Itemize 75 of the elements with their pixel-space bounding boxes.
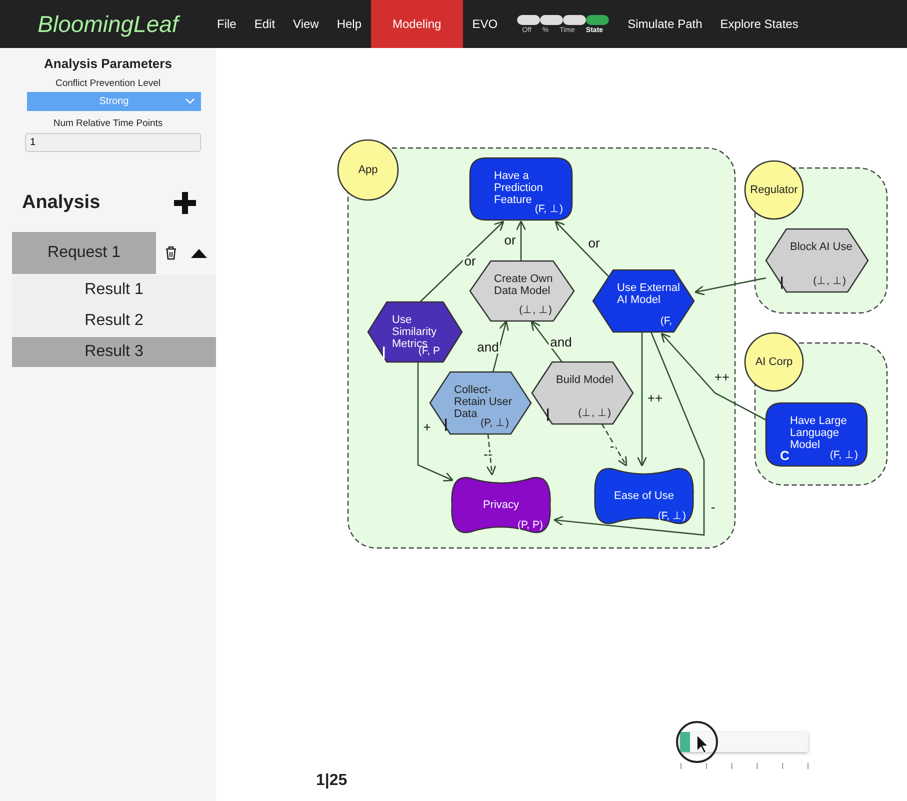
toggle-segment[interactable] [562,14,586,24]
task-node[interactable] [367,301,463,363]
actor-circle[interactable] [337,139,399,201]
link-label: - [710,499,716,514]
actor-name: App [358,164,378,176]
menu-item[interactable]: Edit [245,0,284,48]
node-label: Block AI Use [790,241,852,253]
menu-item[interactable]: EVO [463,0,507,48]
toggle-segment[interactable] [586,14,609,24]
toggle-segment[interactable] [516,14,540,24]
node-marker: | [382,346,386,358]
link-label: or [588,235,600,250]
request-item[interactable]: Request 1 [12,232,156,274]
task-node[interactable] [429,371,532,435]
node-marker: | [444,418,448,430]
menu-item[interactable]: View [284,0,328,48]
actor-circle[interactable] [744,160,804,220]
result-item[interactable]: Result 1 [12,275,216,305]
node-label: Create Own Data Model [494,273,554,297]
link-label: -- [484,446,492,462]
node-state: (⊥, ⊥) [813,275,846,287]
field-label: Num Relative Time Points [52,118,164,129]
app-logo: BloomingLeaf [36,10,182,38]
node-marker: C [780,450,790,462]
task-node[interactable] [592,269,695,333]
node-state: (F, ⊥) [830,449,858,461]
node-label: Use External AI Model [617,282,681,306]
node-state: (P, P) [518,519,543,531]
task-node[interactable] [531,361,634,425]
time-slider[interactable] [680,732,808,752]
trash-icon[interactable] [165,246,177,260]
node-label: Build Model [556,374,614,386]
link-label: - [610,438,614,454]
result-item[interactable]: Result 3 [12,337,216,367]
step-counter: 1|25 [316,772,348,790]
actor-name: AI Corp [755,356,793,368]
node-label: Have Large Language Model [790,415,847,451]
node-label: Collect-Retain User Data [454,384,514,420]
node-marker: | [780,276,784,288]
node-label: Ease of Use [614,490,674,502]
menu-item[interactable]: Explore States [711,0,808,48]
chevron-down-icon [185,98,195,105]
node-state: (P, ⊥) [480,417,509,429]
link-label: and [477,339,499,354]
node-state: (F, ⊥) [658,510,686,522]
field-label: Conflict Prevention Level [54,78,162,89]
menu-item[interactable]: Simulate Path [618,0,712,48]
cursor-icon [675,720,719,764]
menu-item[interactable]: Modeling [370,0,464,48]
plus-icon[interactable] [174,192,196,214]
goal-node[interactable] [469,157,573,221]
result-item[interactable]: Result 2 [12,306,216,336]
toggle-segment[interactable] [540,14,563,24]
collapse-triangle-icon[interactable] [191,248,207,258]
task-node[interactable] [765,228,869,293]
actor-name: Regulator [750,184,798,196]
node-state: (⊥, ⊥) [578,407,611,419]
link-label: and [550,334,572,350]
node-state: (F, [660,315,672,327]
node-label: Privacy [482,499,520,511]
link-label: or [504,232,516,248]
link-label: or [464,253,476,268]
link-label: ++ [714,369,730,384]
link-label: + [423,419,431,434]
menu-item[interactable]: Help [328,0,371,48]
link-label: ++ [647,390,663,406]
section-title: Analysis [22,192,100,214]
input-field[interactable]: 1 [25,133,201,152]
actor-circle[interactable] [744,332,804,392]
goal-node[interactable] [765,402,868,467]
menu-item[interactable]: File [208,0,246,48]
section-title: Analysis Parameters [43,56,173,71]
node-state: (F, ⊥) [534,203,563,215]
node-marker: | [546,408,550,420]
node-state: (⊥, ⊥) [519,304,552,316]
